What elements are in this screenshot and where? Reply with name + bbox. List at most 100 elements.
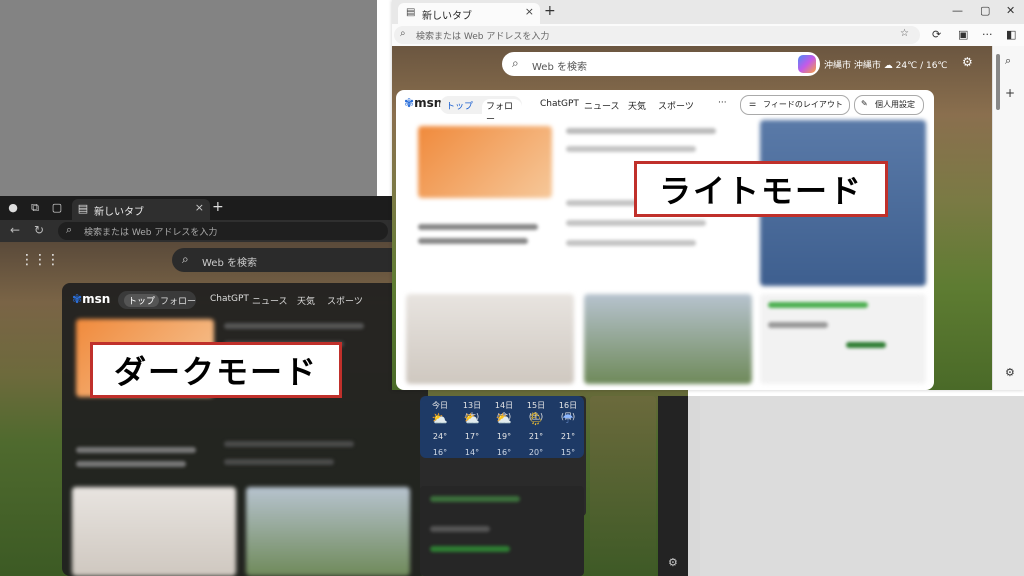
msn-logo[interactable]: ✾msn xyxy=(72,292,110,306)
tab-weather[interactable]: 天気 xyxy=(628,99,646,112)
tab-weather[interactable]: 天気 xyxy=(297,294,315,307)
profile-icon[interactable]: ● xyxy=(6,201,20,215)
tab-actions-icon[interactable]: ▢ xyxy=(50,201,64,215)
market-text xyxy=(430,526,490,532)
tab-new[interactable]: ▤ 新しいタブ × xyxy=(72,199,210,220)
sun-cloud-icon: ⛅ xyxy=(431,412,449,427)
search-input[interactable]: ⌕ Web を検索 xyxy=(502,52,820,76)
news-thumbnail[interactable] xyxy=(406,294,574,384)
cloud-icon: ☁ xyxy=(883,61,893,71)
more-icon[interactable]: ··· xyxy=(982,28,993,41)
tab-chatgpt[interactable]: ChatGPT xyxy=(210,294,249,304)
news-thumbnail[interactable] xyxy=(584,294,752,384)
personal-settings-label: 個人用設定 xyxy=(875,100,915,109)
dark-mode-label: ダークモード xyxy=(90,342,342,398)
tab-news[interactable]: ニュース xyxy=(252,294,288,307)
refresh-icon[interactable]: ↻ xyxy=(34,223,44,237)
tab-top[interactable]: トップ xyxy=(446,99,473,112)
news-headline[interactable] xyxy=(76,447,196,453)
search-placeholder: Web を検索 xyxy=(532,62,587,73)
landscape-strip xyxy=(590,396,656,576)
search-icon: ⌕ xyxy=(182,252,189,266)
weather-location: 沖縄市 xyxy=(824,61,852,71)
tab-sports[interactable]: スポーツ xyxy=(658,99,694,112)
news-headline[interactable] xyxy=(418,238,528,244)
close-icon[interactable]: × xyxy=(195,201,204,214)
brush-icon: ✎ xyxy=(861,99,868,108)
copilot-icon[interactable] xyxy=(798,55,816,73)
address-input[interactable]: ⌕ 検索または Web アドレスを入力 ☆ xyxy=(394,26,920,44)
scrollbar[interactable] xyxy=(996,54,1000,110)
search-icon[interactable]: ⌕ xyxy=(1005,54,1011,68)
tab-chatgpt[interactable]: ChatGPT xyxy=(540,99,579,109)
edge-sidebar: ⌕ + ⚙ xyxy=(992,46,1024,390)
news-text xyxy=(566,240,696,246)
weather-city: 沖縄市 xyxy=(853,61,881,71)
gear-icon[interactable]: ⚙ xyxy=(1005,366,1015,379)
plus-icon[interactable]: + xyxy=(1005,86,1015,100)
back-icon[interactable]: ← xyxy=(10,223,20,237)
tab-follow[interactable]: フォロー xyxy=(482,99,522,125)
new-tab-page: ⌕ Web を検索 沖縄市 沖縄市 ☁ 24℃ / 16℃ ⚙ ✾msn トップ… xyxy=(392,46,992,390)
minimize-icon[interactable]: — xyxy=(952,4,963,17)
tab-follow[interactable]: フォロー xyxy=(160,294,196,307)
market-text xyxy=(768,302,868,308)
market-text xyxy=(846,342,886,348)
market-text xyxy=(768,322,828,328)
address-placeholder: 検索または Web アドレスを入力 xyxy=(416,32,550,42)
feed-layout-button[interactable]: ⚌ フィードのレイアウト xyxy=(740,95,850,115)
news-text xyxy=(566,146,696,152)
address-bar: ⌕ 検索または Web アドレスを入力 ☆ ⟳ ▣ ··· ◧ xyxy=(392,24,1024,46)
news-text xyxy=(566,128,716,134)
tab-new[interactable]: ▤ 新しいタブ × xyxy=(398,3,540,24)
sidebar-dark: ⚙ xyxy=(658,396,688,576)
plus-icon[interactable]: + xyxy=(544,3,556,19)
feed-layout-label: フィードのレイアウト xyxy=(763,100,843,109)
tab-title: 新しいタブ xyxy=(94,207,144,218)
rain-icon: ☂ xyxy=(562,412,574,427)
nav-pill: トップ フォロー xyxy=(440,96,522,125)
weather-summary[interactable]: 沖縄市 沖縄市 ☁ 24℃ / 16℃ xyxy=(824,58,948,71)
light-mode-label: ライトモード xyxy=(634,161,888,217)
maximize-icon[interactable]: ▢ xyxy=(980,4,990,17)
address-placeholder: 検索または Web アドレスを入力 xyxy=(84,228,218,238)
news-text xyxy=(224,459,334,465)
news-thumbnail[interactable] xyxy=(418,126,552,198)
window-close-icon[interactable]: ✕ xyxy=(1006,4,1015,17)
sun-rain-icon: 🌦 xyxy=(527,412,545,427)
extensions-icon[interactable]: ⟳ xyxy=(932,28,941,41)
search-icon: ⌕ xyxy=(512,56,519,70)
apps-grid-icon[interactable]: ⋮⋮⋮ xyxy=(20,252,60,268)
tab-title: 新しいタブ xyxy=(422,11,472,22)
plus-icon[interactable]: + xyxy=(212,199,224,215)
sun-cloud-icon: ⛅ xyxy=(495,412,513,427)
tab-news[interactable]: ニュース xyxy=(584,99,620,112)
close-icon[interactable]: × xyxy=(525,5,534,18)
news-headline[interactable] xyxy=(418,224,538,230)
star-icon[interactable]: ☆ xyxy=(900,28,909,39)
personal-settings-button[interactable]: ✎ 個人用設定 xyxy=(854,95,924,115)
news-text xyxy=(566,220,706,226)
news-thumbnail[interactable] xyxy=(246,487,410,576)
tab-bar: ▤ 新しいタブ × + — ▢ ✕ xyxy=(392,0,1024,24)
workspaces-icon[interactable]: ⧉ xyxy=(28,201,42,215)
news-thumbnail[interactable] xyxy=(72,487,236,576)
search-icon: ⌕ xyxy=(400,28,406,39)
weather-temps: 24℃ / 16℃ xyxy=(895,61,948,71)
search-icon: ⌕ xyxy=(66,223,73,236)
nav-pill: トップ フォロー xyxy=(118,291,196,309)
market-text xyxy=(430,496,520,502)
split-screen-icon[interactable]: ▣ xyxy=(958,28,968,41)
more-menu[interactable]: ··· xyxy=(718,98,727,108)
background-gray-bottom-right xyxy=(700,396,1024,576)
tab-sports[interactable]: スポーツ xyxy=(327,294,363,307)
gear-icon[interactable]: ⚙ xyxy=(962,55,973,69)
msn-logo[interactable]: ✾msn xyxy=(404,96,442,110)
tab-top[interactable]: トップ xyxy=(124,294,160,307)
sidebar-toggle-icon[interactable]: ◧ xyxy=(1006,28,1016,41)
tab-favicon-icon: ▤ xyxy=(406,7,416,18)
address-input[interactable]: ⌕ 検索または Web アドレスを入力 xyxy=(58,222,388,240)
gear-icon[interactable]: ⚙ xyxy=(668,556,678,569)
msn-feed-panel: ✾msn トップ フォロー ChatGPT ニュース 天気 スポーツ ··· ⚌… xyxy=(396,90,934,390)
news-headline[interactable] xyxy=(76,461,186,467)
